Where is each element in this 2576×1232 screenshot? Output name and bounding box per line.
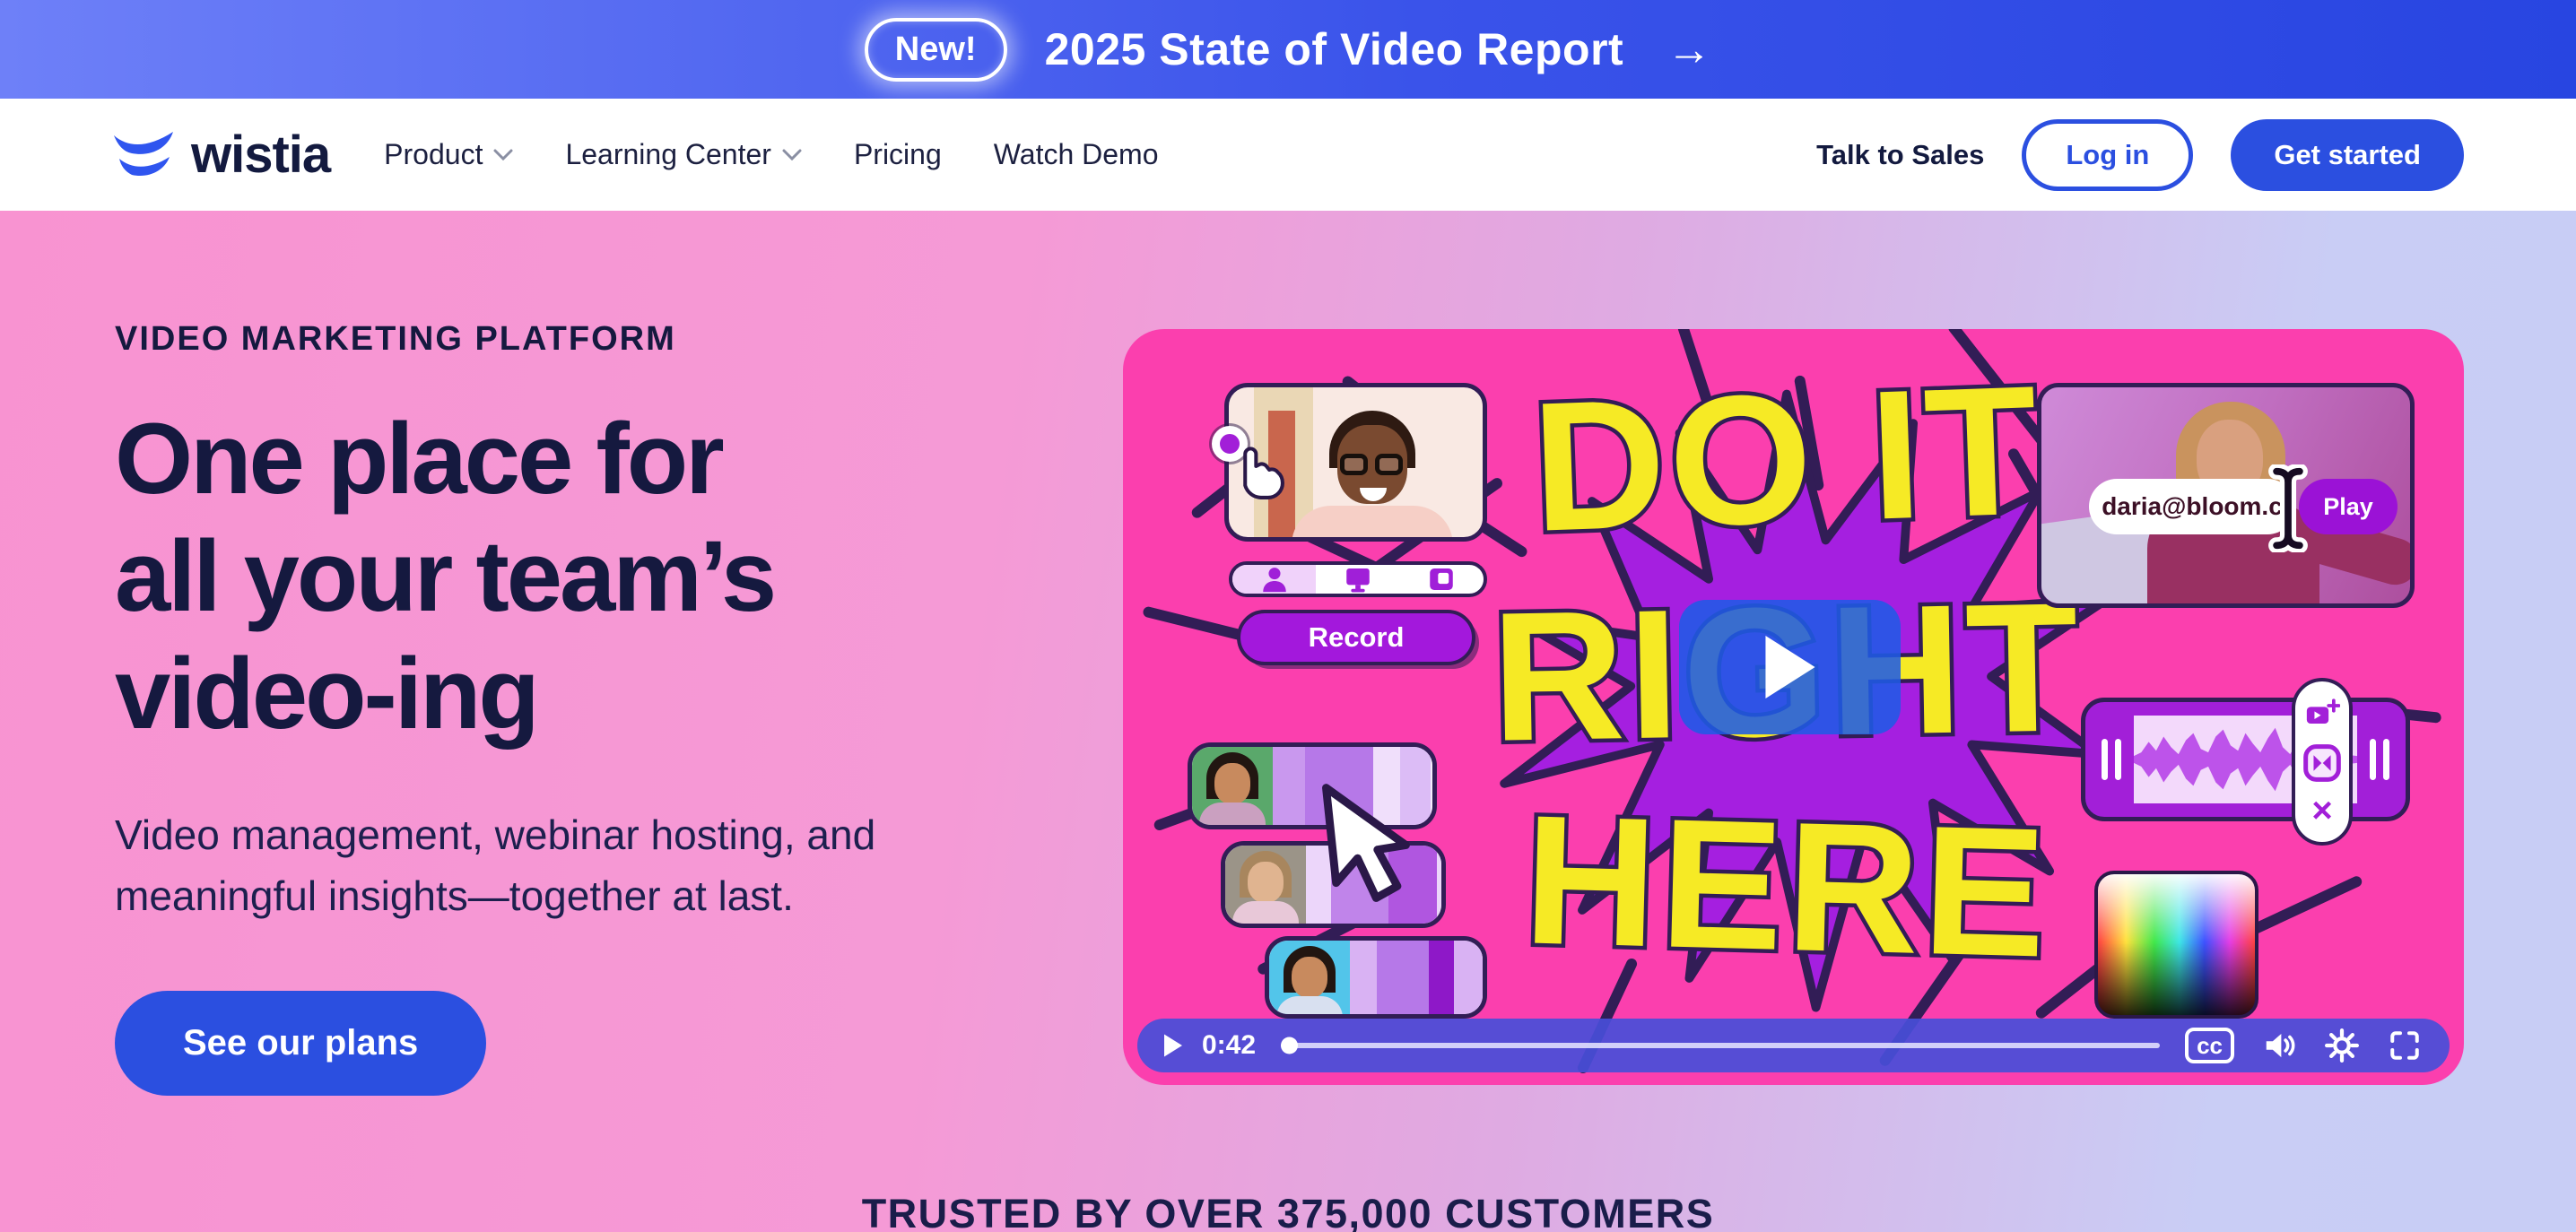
video-play-button[interactable] (1679, 600, 1901, 734)
progress-bar[interactable] (1281, 1043, 2160, 1048)
presenter-shoulders (1292, 506, 1453, 542)
big-text-line: HERE (1407, 774, 2166, 1000)
wistia-swoosh-icon (112, 130, 180, 180)
close-icon[interactable]: × (2311, 796, 2332, 825)
hero-heading-line: One place for (115, 400, 1021, 517)
playhead[interactable] (1281, 1037, 1298, 1054)
speaker-track-row[interactable] (1265, 936, 1487, 1019)
audio-clip-bar[interactable] (2081, 698, 2410, 821)
hero-heading-line: video-ing (115, 635, 1021, 752)
see-plans-button[interactable]: See our plans (115, 991, 486, 1096)
arrow-right-icon: → (1667, 23, 1711, 75)
screen-source-option[interactable] (1316, 565, 1399, 594)
hero-subtitle: Video management, webinar hosting, and m… (115, 804, 958, 926)
share-chip-row: daria@bloom.c Play (2089, 479, 2398, 534)
text-cursor-icon (2265, 464, 2311, 552)
player-control-bar: 0:42 cc (1137, 1019, 2450, 1072)
promo-banner[interactable]: New! 2025 State of Video Report → (0, 0, 2576, 99)
guest-video-card: daria@bloom.c Play (2037, 383, 2415, 608)
speaker-thumbnail (1225, 846, 1306, 924)
monitor-icon (1342, 564, 1374, 594)
transition-icon[interactable] (2302, 743, 2342, 783)
nav-item-learning-center[interactable]: Learning Center (565, 138, 801, 171)
play-icon[interactable] (1164, 1034, 1182, 1057)
color-picker[interactable] (2094, 871, 2258, 1019)
trusted-banner: TRUSTED BY OVER 375,000 CUSTOMERS (0, 1191, 2576, 1232)
talk-to-sales-link[interactable]: Talk to Sales (1816, 139, 1984, 171)
chip-play-button[interactable]: Play (2299, 479, 2398, 534)
logo-text: wistia (191, 125, 330, 185)
hero-heading: One place for all your team’s video-ing (115, 400, 1021, 752)
get-started-button[interactable]: Get started (2231, 119, 2464, 191)
login-button[interactable]: Log in (2022, 119, 2193, 191)
nav-item-product[interactable]: Product (384, 138, 513, 171)
chevron-down-icon (782, 149, 802, 161)
cursor-arrow-icon (1318, 777, 1417, 921)
hero-eyebrow: VIDEO MARKETING PLATFORM (115, 320, 1021, 359)
record-button[interactable]: Record (1237, 610, 1475, 665)
add-video-icon[interactable] (2304, 698, 2340, 731)
wistia-logo[interactable]: wistia (112, 125, 330, 185)
captions-button[interactable]: cc (2185, 1028, 2234, 1064)
time-display: 0:42 (1202, 1030, 1256, 1061)
main-nav: wistia Product Learning Center Pricing W… (0, 99, 2576, 211)
banner-title[interactable]: 2025 State of Video Report (1045, 23, 1624, 75)
track-segments (1350, 941, 1483, 1014)
hand-cursor-icon (1223, 444, 1286, 503)
nav-links: Product Learning Center Pricing Watch De… (384, 138, 1158, 171)
hero-heading-line: all your team’s (115, 517, 1021, 635)
trim-handle-right[interactable] (2364, 739, 2395, 780)
speaker-thumbnail (1269, 941, 1350, 1014)
nav-item-pricing[interactable]: Pricing (854, 138, 942, 171)
chevron-down-icon (493, 149, 513, 161)
camera-source-option[interactable] (1232, 565, 1316, 594)
fullscreen-icon[interactable] (2387, 1028, 2423, 1063)
play-icon (1765, 636, 1815, 698)
settings-gear-icon[interactable] (2324, 1028, 2360, 1063)
speaker-thumbnail (1192, 747, 1273, 825)
nav-item-watch-demo[interactable]: Watch Demo (994, 138, 1159, 171)
presenter-glasses (1340, 454, 1403, 475)
trim-handle-left[interactable] (2096, 739, 2127, 780)
window-source-option[interactable] (1400, 565, 1484, 594)
window-icon (1426, 564, 1457, 594)
person-icon (1259, 564, 1290, 594)
volume-icon[interactable] (2261, 1028, 2297, 1063)
hero-video-player[interactable]: DO IT RIGHT HERE Record (1123, 329, 2464, 1085)
clip-tools-panel: × (2292, 678, 2353, 846)
new-badge: New! (865, 18, 1007, 82)
record-source-toolbar (1229, 561, 1487, 597)
hero-section: VIDEO MARKETING PLATFORM One place for a… (0, 211, 2576, 1232)
